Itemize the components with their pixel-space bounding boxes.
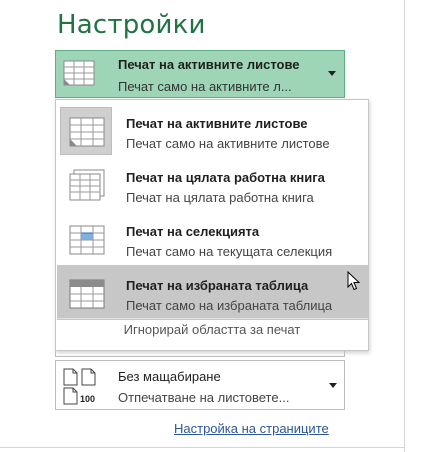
mouse-cursor-icon <box>347 270 361 296</box>
print-what-selected-subtitle: Печат само на активните л... <box>118 79 292 94</box>
selection-icon <box>64 222 110 263</box>
active-sheets-icon <box>64 114 110 155</box>
ignore-print-area-option[interactable]: Игнорирай областта за печат <box>56 322 368 337</box>
panel-right-border <box>404 0 405 452</box>
scaling-title: Без мащабиране <box>118 369 221 384</box>
menu-item-title: Печат на селекцията <box>126 224 260 239</box>
menu-item-selection[interactable]: Печат на селекцията Печат само на текуща… <box>57 211 368 266</box>
active-sheets-icon <box>62 59 96 94</box>
menu-item-active-sheets[interactable]: Печат на активните листове Печат само на… <box>57 103 368 158</box>
print-what-selected-title: Печат на активните листове <box>118 57 300 72</box>
dropdown-shadow-edge <box>55 351 345 357</box>
settings-heading: Настройки <box>57 10 206 40</box>
scale-100-label: 100 <box>80 394 96 404</box>
menu-item-subtitle: Печат само на активните листове <box>126 136 330 151</box>
scaling-dropdown[interactable]: 100 Без мащабиране Отпечатване на листов… <box>55 360 345 410</box>
page-setup-link[interactable]: Настройка на страниците <box>174 421 329 436</box>
menu-item-entire-workbook[interactable]: Печат на цялата работна книга Печат на ц… <box>57 157 368 212</box>
scaling-subtitle: Отпечатване на листовете... <box>118 390 290 405</box>
menu-item-title: Печат на избраната таблица <box>126 278 309 293</box>
menu-item-selected-table[interactable]: Печат на избраната таблица Печат само на… <box>57 265 368 320</box>
entire-workbook-icon <box>64 168 110 209</box>
chevron-down-icon[interactable] <box>328 71 336 76</box>
menu-item-title: Печат на цялата работна книга <box>126 170 325 185</box>
print-what-menu: Печат на активните листове Печат само на… <box>55 99 369 351</box>
menu-item-subtitle: Печат на цялата работна книга <box>126 190 314 205</box>
table-icon <box>64 276 110 317</box>
menu-divider <box>57 318 368 319</box>
menu-item-title: Печат на активните листове <box>126 116 308 131</box>
print-what-dropdown[interactable]: Печат на активните листове Печат само на… <box>55 50 345 98</box>
menu-item-subtitle: Печат само на избраната таблица <box>126 298 333 313</box>
panel-bottom-border <box>0 447 405 448</box>
chevron-down-icon[interactable] <box>329 383 337 388</box>
menu-item-subtitle: Печат само на текущата селекция <box>126 244 333 259</box>
